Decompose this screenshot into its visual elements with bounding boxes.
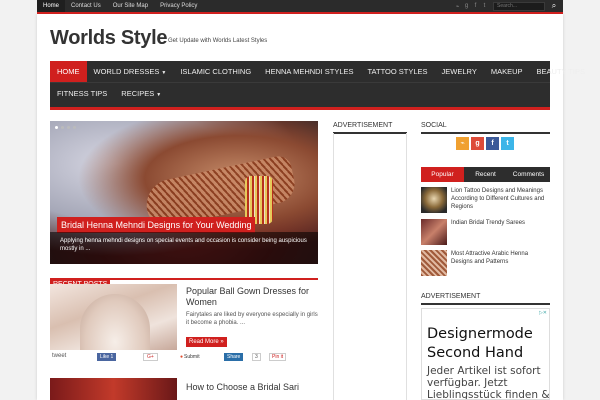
slider-dot[interactable] [55, 126, 58, 129]
nav-jewelry[interactable]: JEWELRY [435, 61, 484, 82]
nav-islamic-clothing[interactable]: ISLAMIC CLOTHING [173, 61, 258, 82]
rss-icon[interactable]: ⌁ [453, 3, 462, 10]
top-link-privacy[interactable]: Privacy Policy [154, 0, 203, 12]
list-item-title[interactable]: Most Attractive Arabic Henna Designs and… [451, 250, 551, 266]
top-right-group: ⌁ g f t Search... ⌕ [453, 0, 563, 12]
nav-accent-line [50, 107, 550, 110]
post-thumbnail-gown [80, 294, 150, 350]
nav-world-dresses[interactable]: WORLD DRESSES ▼ [87, 61, 174, 82]
search-input[interactable]: Search... [493, 1, 545, 11]
tab-popular[interactable]: Popular [421, 167, 464, 182]
top-link-home[interactable]: Home [37, 0, 66, 12]
top-link-contact[interactable]: Contact Us [65, 0, 107, 12]
social-heading: SOCIAL [421, 121, 550, 134]
nav-beauty-tips[interactable]: BEAUTY TIPS [530, 61, 593, 82]
post-title[interactable]: Popular Ball Gown Dresses for Women [186, 286, 316, 308]
search-icon[interactable]: ⌕ [545, 1, 563, 11]
google-plus-button[interactable]: G+ [143, 353, 158, 361]
twitter-icon[interactable]: t [501, 137, 514, 150]
facebook-icon[interactable]: f [486, 137, 499, 150]
google-plus-icon[interactable]: g [462, 3, 471, 9]
list-item-thumbnail [421, 219, 447, 245]
post-title[interactable]: How to Choose a Bridal Sari [186, 382, 299, 392]
read-more-button[interactable]: Read More » [186, 337, 227, 347]
nav-recipes[interactable]: RECIPES ▼ [114, 83, 168, 104]
stumble-submit-button[interactable]: Submit [178, 353, 202, 361]
chevron-down-icon: ▼ [161, 70, 167, 76]
post-thumbnail[interactable] [50, 378, 177, 400]
linkedin-share-count: 3 [252, 353, 261, 361]
pinterest-pin-button[interactable]: Pin it [269, 353, 287, 361]
sidebar-tabs: Popular Recent Comments [421, 167, 550, 182]
tab-comments[interactable]: Comments [507, 167, 550, 182]
site-tagline: Get Update with Worlds Latest Styles [168, 38, 268, 44]
social-icons: ⌁ g f t [456, 137, 514, 150]
ad-banner[interactable]: ▷✕ Designermode Second Hand Jeder Artike… [421, 308, 550, 400]
rss-icon[interactable]: ⌁ [456, 137, 469, 150]
post-thumbnail[interactable] [50, 284, 177, 350]
slider-dots [55, 126, 76, 129]
linkedin-share-button[interactable]: Share [224, 353, 244, 361]
ad-title[interactable]: Designermode Second Hand [427, 325, 549, 363]
post-excerpt: Fairytales are liked by everyone especia… [186, 312, 318, 326]
slider-dot[interactable] [67, 126, 70, 129]
top-accent-line [37, 12, 563, 14]
twitter-icon[interactable]: t [480, 3, 489, 9]
google-plus-icon[interactable]: g [471, 137, 484, 150]
list-item-thumbnail [421, 250, 447, 276]
site-logo[interactable]: Worlds Style [50, 27, 167, 50]
ad-text: Jeder Artikel ist sofort verfügbar. Jetz… [427, 365, 550, 400]
slider-dot[interactable] [73, 126, 76, 129]
nav-makeup[interactable]: MAKEUP [484, 61, 530, 82]
tab-recent[interactable]: Recent [464, 167, 507, 182]
list-item[interactable]: Lion Tattoo Designs and Meanings Accordi… [421, 187, 550, 213]
nav-fitness-tips[interactable]: FITNESS TIPS [50, 83, 114, 104]
list-item[interactable]: Indian Bridal Trendy Sarees [421, 219, 550, 245]
list-item[interactable]: Most Attractive Arabic Henna Designs and… [421, 250, 550, 276]
ad-choices-icon[interactable]: ▷✕ [539, 310, 547, 316]
ad-column [333, 133, 407, 400]
nav-recipes-label: RECIPES [121, 89, 155, 98]
chevron-down-icon: ▼ [156, 92, 162, 98]
main-nav: HOME WORLD DRESSES ▼ ISLAMIC CLOTHING HEN… [50, 61, 585, 107]
nav-home[interactable]: HOME [50, 61, 87, 82]
list-item-title[interactable]: Indian Bridal Trendy Sarees [451, 219, 551, 227]
advertisement-heading: ADVERTISEMENT [421, 292, 550, 305]
slider-title[interactable]: Bridal Henna Mehndi Designs for Your Wed… [57, 217, 256, 233]
top-link-sitemap[interactable]: Our Site Map [107, 0, 154, 12]
slider-excerpt: Applying henna mehndi designs on special… [50, 232, 318, 264]
tweet-button[interactable]: tweet [52, 353, 66, 359]
nav-tattoo-styles[interactable]: TATTOO STYLES [361, 61, 435, 82]
facebook-icon[interactable]: f [471, 3, 480, 9]
slider-dot[interactable] [61, 126, 64, 129]
list-item-thumbnail [421, 187, 447, 213]
list-item-title[interactable]: Lion Tattoo Designs and Meanings Accordi… [451, 187, 551, 211]
nav-henna-mehndi[interactable]: HENNA MEHNDI STYLES [258, 61, 360, 82]
facebook-like-button[interactable]: Like 1 [97, 353, 117, 361]
nav-world-dresses-label: WORLD DRESSES [93, 67, 160, 76]
top-bar: Home Contact Us Our Site Map Privacy Pol… [37, 0, 563, 12]
